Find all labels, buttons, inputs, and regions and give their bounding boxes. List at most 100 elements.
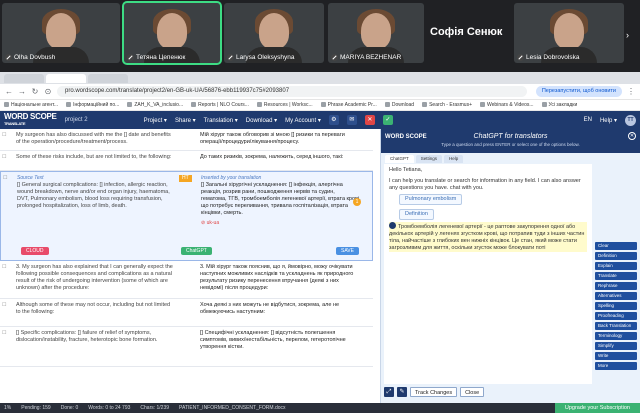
save-button[interactable]: SAVE	[336, 247, 359, 255]
participant-tile[interactable]: Olha Dovbush	[2, 3, 120, 63]
bookmark-item[interactable]: Search - Erasmus+	[422, 102, 472, 108]
edit-icon[interactable]: ✎	[397, 387, 407, 397]
language-select[interactable]: EN	[584, 117, 592, 123]
chevron-right-icon[interactable]: ›	[626, 30, 636, 40]
file-name: PATIENT_INFORMED_CONSENT_FORM.docx	[179, 405, 286, 411]
proofreading-button[interactable]: Proofreading	[595, 312, 637, 320]
site-info-icon[interactable]: ⊙	[44, 87, 52, 96]
segment-row[interactable]: ☐ Some of these risks include, but are n…	[0, 151, 373, 171]
chatgpt-button[interactable]: ChatGPT	[181, 247, 212, 255]
bookmark-item[interactable]: Phrase Academic Pr...	[320, 102, 377, 108]
participant-face	[259, 13, 289, 49]
segment-row[interactable]: ☐ [] Specific complications: [] failure …	[0, 327, 373, 367]
bookmark-item[interactable]: Resources | Worksc...	[256, 102, 313, 108]
terminology-button[interactable]: Terminology	[595, 332, 637, 340]
expand-icon[interactable]: ⤢	[384, 387, 394, 397]
participant-tile[interactable]: Lesia Dobrovolska	[514, 3, 624, 63]
bookmark-item[interactable]: Reports | NLO Cours...	[191, 102, 249, 108]
alternatives-button[interactable]: Alternatives	[595, 292, 637, 300]
restart-update-button[interactable]: Перезапустити, щоб оновити	[535, 86, 622, 97]
chatgpt-panel: WORD SCOPE ChatGPT for translators Type …	[380, 129, 640, 403]
segment-target[interactable]: Хоча деякі з них можуть не відбутися, зо…	[200, 302, 360, 316]
settings-icon[interactable]: ⚙	[328, 115, 339, 125]
help-menu[interactable]: Help ▾	[600, 117, 617, 124]
bookmark-item[interactable]: ZAH_K_VA_inclusio...	[127, 102, 183, 108]
close-icon[interactable]: ✕	[628, 132, 636, 140]
menu-share[interactable]: Share ▾	[175, 117, 196, 124]
chat-tabs: ChatGPT Settings Help	[381, 153, 640, 163]
close-button[interactable]: Close	[460, 387, 485, 397]
segment-row[interactable]: ☐ Although some of these may not occur, …	[0, 299, 373, 327]
bookmark-item[interactable]: Інформаційний по...	[66, 102, 119, 108]
assistant-icon	[389, 222, 396, 229]
check-green-icon[interactable]: ✓	[382, 115, 393, 125]
segment-target[interactable]: Мій хірург також обговорив зі мною [] ри…	[200, 132, 360, 146]
wordscope-logo[interactable]: WORD SCOPE TRANSLATE	[4, 113, 57, 127]
avatar[interactable]: TT	[625, 114, 636, 126]
upgrade-button[interactable]: Upgrade your Subscription	[554, 403, 640, 413]
app-header: WORD SCOPE TRANSLATE project 2 Project ▾ …	[0, 111, 640, 129]
translation-editor: ☐ My surgeon has also discussed with me …	[0, 129, 373, 403]
meeting-video-strip: Olha Dovbush Тетяна Цепенюк Larysa Oleks…	[0, 0, 640, 72]
bookmark-label: Resources | Worksc...	[263, 102, 313, 108]
translate-button[interactable]: Translate	[595, 272, 637, 280]
url-input[interactable]: pro.wordscope.com/translate/project2/en-…	[57, 86, 527, 97]
menu-my-account[interactable]: My Account ▾	[285, 117, 321, 124]
segment-target[interactable]: Inserted by your translation [] Загальні…	[201, 175, 361, 227]
segment-target[interactable]: 3. Мій хірург також пояснив, що я, ймові…	[200, 264, 360, 292]
chat-conversation[interactable]: Hello Tetiana, I can help you translate …	[384, 164, 592, 384]
menu-project[interactable]: Project ▾	[144, 117, 167, 124]
back-translation-button[interactable]: Back Translation	[595, 322, 637, 330]
bookmark-icon	[256, 102, 262, 107]
user-action-pill[interactable]: Definition	[399, 209, 434, 220]
participant-face	[554, 13, 584, 49]
participant-tile-active[interactable]: Тетяна Цепенюк	[122, 1, 222, 65]
participant-name-label: Larysa Oleksyshyna	[227, 54, 295, 61]
definition-button[interactable]: Definition	[595, 252, 637, 260]
segment-row-active[interactable]: ☐ Source Text [] General surgical compli…	[0, 171, 373, 261]
back-icon[interactable]: ←	[5, 87, 13, 96]
clear-button[interactable]: Clear	[595, 242, 637, 250]
forward-icon[interactable]: →	[18, 87, 26, 96]
track-changes-button[interactable]: Track Changes	[410, 387, 458, 397]
user-query-pill[interactable]: Pulmonary embolism	[399, 194, 463, 205]
browser-tab-active[interactable]	[46, 73, 86, 83]
segment-source: Source Text [] General surgical complica…	[17, 175, 177, 210]
bookmark-label: Search - Erasmus+	[429, 102, 473, 108]
participant-face	[46, 13, 76, 49]
chat-greeting: Hello Tetiana,	[389, 167, 423, 173]
write-button[interactable]: Write	[595, 352, 637, 360]
bookmark-item[interactable]: Національне агент...	[4, 102, 58, 108]
more-menu-icon[interactable]: ⋮	[627, 87, 635, 96]
bookmark-label: Інформаційний по...	[73, 102, 120, 108]
browser-tab[interactable]	[88, 73, 128, 83]
tab-settings[interactable]: Settings	[415, 155, 443, 163]
bookmark-item[interactable]: Усі закладки	[541, 102, 577, 108]
participant-tile[interactable]: MARIYA BEZHENAR	[328, 3, 424, 63]
rephrase-button[interactable]: Rephrase	[595, 282, 637, 290]
segment-row[interactable]: ☐ 3. My surgeon has also explained that …	[0, 261, 373, 299]
menu-download[interactable]: Download ▾	[246, 117, 277, 124]
segment-target[interactable]: [] Специфічні ускладнення: [] відсутніст…	[200, 330, 360, 351]
char-count: Chars: 1/239	[140, 405, 170, 411]
explain-button[interactable]: Explain	[595, 262, 637, 270]
tab-help[interactable]: Help	[444, 155, 464, 163]
spelling-button[interactable]: Spelling	[595, 302, 637, 310]
menu-translation[interactable]: Translation ▾	[204, 117, 238, 124]
browser-tab[interactable]	[4, 73, 44, 83]
chat-icon[interactable]: ✉	[346, 115, 357, 125]
participant-tile[interactable]: Larysa Oleksyshyna	[224, 3, 324, 63]
reload-icon[interactable]: ↻	[31, 87, 39, 96]
segment-row[interactable]: ☐ My surgeon has also discussed with me …	[0, 129, 373, 151]
notification-icon[interactable]: 1	[353, 198, 361, 206]
segment-target[interactable]: До таких ризиків, зокрема, належить, сер…	[200, 154, 360, 161]
more-button[interactable]: More	[595, 362, 637, 370]
bookmark-item[interactable]: Webinars & Videos...	[480, 102, 534, 108]
close-red-icon[interactable]: ✕	[364, 115, 375, 125]
status-bar: 1% Pending: 159 Done: 0 Words: 0 to 24 7…	[0, 403, 640, 413]
segment-target-text[interactable]: [] Загальні хірургічні ускладнення: [] і…	[201, 182, 361, 217]
bookmark-item[interactable]: Download	[384, 102, 414, 108]
tab-chatgpt[interactable]: ChatGPT	[385, 155, 414, 163]
cloud-button[interactable]: CLOUD	[21, 247, 49, 255]
simplify-button[interactable]: Simplify	[595, 342, 637, 350]
